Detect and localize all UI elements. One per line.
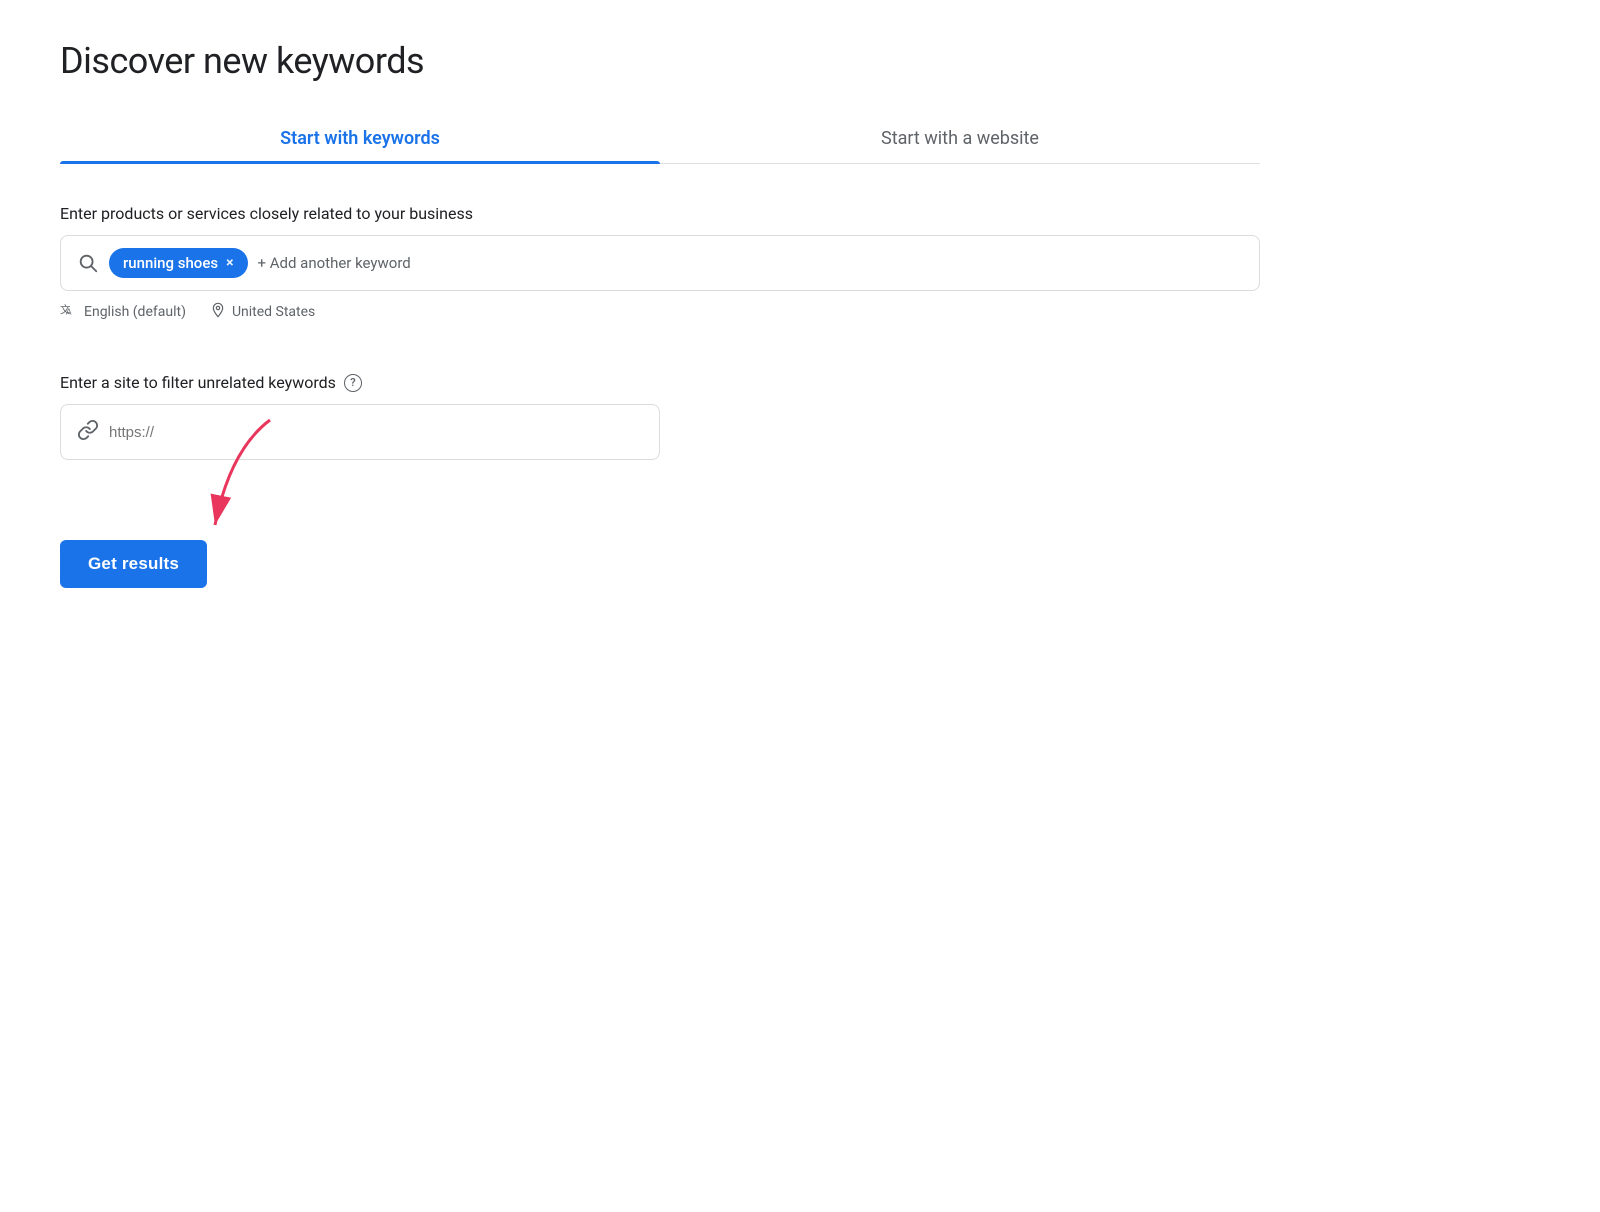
filter-section-label: Enter a site to filter unrelated keyword…	[60, 373, 336, 392]
add-keyword-placeholder[interactable]: + Add another keyword	[258, 254, 411, 272]
filter-label-row: Enter a site to filter unrelated keyword…	[60, 373, 1540, 392]
keyword-input-box[interactable]: running shoes × + Add another keyword	[60, 235, 1260, 291]
location-pin-icon	[210, 301, 226, 323]
tab-start-with-keywords[interactable]: Start with keywords	[60, 114, 660, 163]
language-selector[interactable]: 文 A English (default)	[60, 301, 186, 323]
keyword-chip-running-shoes[interactable]: running shoes ×	[109, 248, 248, 278]
chip-close-button[interactable]: ×	[226, 256, 233, 270]
search-icon	[77, 252, 99, 274]
location-selector[interactable]: United States	[210, 301, 315, 323]
chip-label: running shoes	[123, 254, 218, 272]
get-results-button[interactable]: Get results	[60, 540, 207, 588]
tabs-container: Start with keywords Start with a website	[60, 114, 1260, 164]
url-input-box[interactable]	[60, 404, 660, 460]
translate-icon: 文 A	[60, 301, 78, 323]
link-icon	[77, 419, 99, 446]
location-label: United States	[232, 304, 315, 320]
svg-text:A: A	[66, 308, 72, 317]
meta-row: 文 A English (default) United States	[60, 301, 1540, 323]
url-input[interactable]	[109, 424, 643, 441]
filter-section: Enter a site to filter unrelated keyword…	[60, 373, 1540, 460]
page-title: Discover new keywords	[60, 40, 1540, 82]
get-results-section: Get results	[60, 540, 207, 588]
tab-start-with-website[interactable]: Start with a website	[660, 114, 1260, 163]
keyword-section-label: Enter products or services closely relat…	[60, 204, 1540, 223]
language-label: English (default)	[84, 304, 186, 320]
help-icon[interactable]: ?	[344, 374, 362, 392]
